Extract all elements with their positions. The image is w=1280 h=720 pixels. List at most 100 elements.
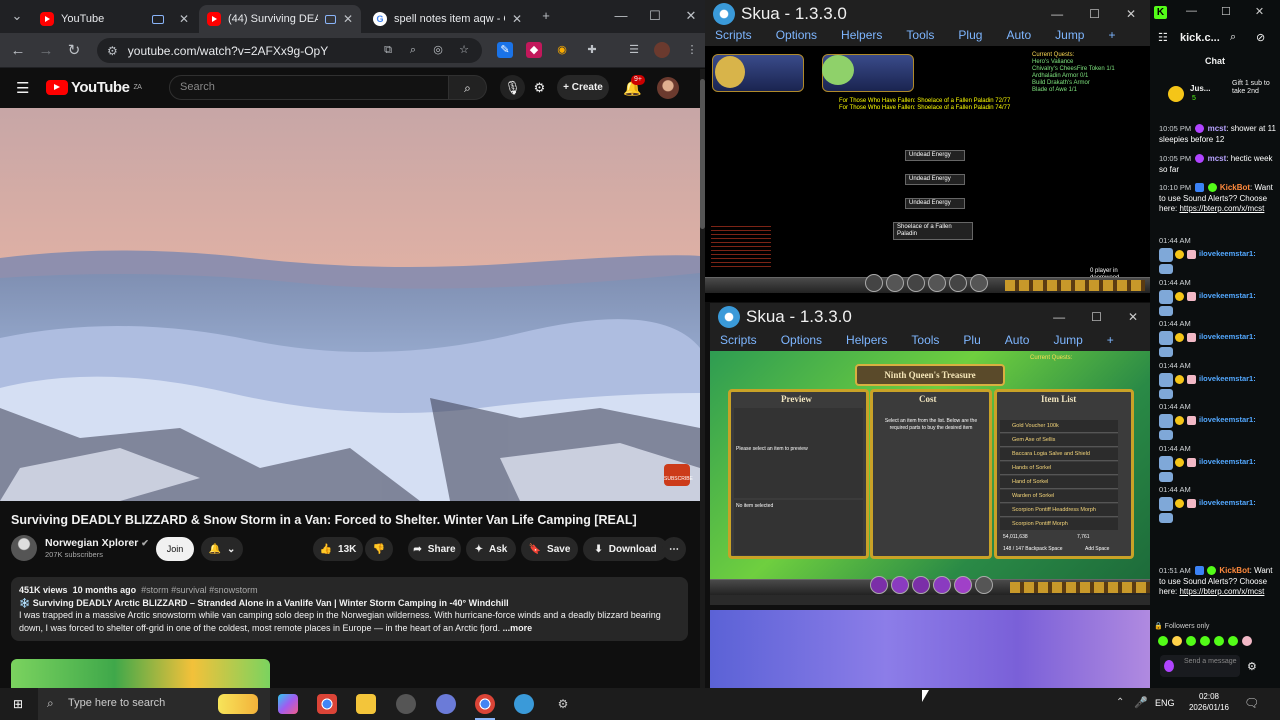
ask-button[interactable]: ✦ Ask	[466, 537, 516, 561]
channel-avatar[interactable]	[11, 535, 37, 561]
hamburger-menu-icon[interactable]: ☰	[16, 79, 29, 97]
message-user[interactable]: ilovekeemstar1:	[1199, 415, 1256, 424]
steam-icon[interactable]	[396, 694, 416, 714]
back-arrow-icon[interactable]: ←	[8, 41, 28, 61]
chrome-icon[interactable]	[317, 694, 337, 714]
shop-item[interactable]: Gem Axe of Sellis	[1000, 434, 1118, 447]
recommended-video-thumbnail[interactable]	[11, 659, 270, 688]
close-tab-icon[interactable]: ✕	[512, 12, 522, 26]
emote-icon[interactable]	[1186, 636, 1196, 646]
shop-item[interactable]: Hands of Sorkel	[1000, 462, 1118, 475]
more-actions-button[interactable]: ⋯	[662, 537, 686, 561]
notifications-button[interactable]: 🔔 ⌄	[201, 537, 243, 561]
close-tab-icon[interactable]: ✕	[179, 12, 189, 26]
extension-pink-icon[interactable]: ◆	[526, 42, 542, 58]
extension-blue-icon[interactable]: ✎	[497, 42, 513, 58]
game-view-shop[interactable]: Ninth Queen's Treasure Current Quests: P…	[710, 351, 1152, 579]
profile-avatar[interactable]	[654, 42, 670, 58]
drop-item[interactable]: Shoelace of a Fallen Paladin	[893, 222, 973, 240]
skill-slot-icon[interactable]	[928, 274, 946, 292]
shop-item[interactable]: Hand of Sorkel	[1000, 476, 1118, 489]
settings-gear-icon[interactable]: ⚙	[553, 694, 573, 714]
menu-icon-strip[interactable]	[1010, 582, 1150, 593]
search-icon[interactable]: ⌕	[1230, 31, 1236, 44]
message-user[interactable]: ilovekeemstar1:	[1199, 291, 1256, 300]
skill-slot-icon[interactable]	[975, 576, 993, 594]
subscribe-overlay-button[interactable]: SUBSCRIBE	[664, 464, 693, 486]
video-player[interactable]: SUBSCRIBE	[0, 108, 700, 501]
join-button[interactable]: Join	[156, 537, 194, 561]
menu-auto[interactable]: Auto	[1005, 333, 1030, 351]
more-link[interactable]: ...more	[503, 623, 533, 633]
hide-icon[interactable]: ◎	[430, 42, 446, 58]
description-box[interactable]: 451K views 10 months ago #storm #surviva…	[11, 577, 688, 641]
message-user[interactable]: ilovekeemstar1:	[1199, 249, 1256, 258]
skill-slot-icon[interactable]	[954, 576, 972, 594]
emote-icon[interactable]	[1214, 636, 1224, 646]
microphone-icon[interactable]: 🎙	[500, 75, 525, 100]
shop-item[interactable]: Scorpion Pontiff Headdress Morph	[1000, 504, 1118, 517]
message-user[interactable]: KickBot	[1220, 183, 1250, 192]
tray-chevron-icon[interactable]: ⌃	[1116, 697, 1124, 708]
tab-search-icon[interactable]: ⌄	[6, 6, 28, 26]
menu-add[interactable]: +	[1107, 333, 1114, 351]
notification-center-icon[interactable]: 🗨	[1244, 696, 1259, 710]
drop-item[interactable]: Undead Energy	[905, 174, 965, 185]
tab-youtube[interactable]: YouTube ✕	[32, 5, 197, 33]
chrome-menu-icon[interactable]: ⋮	[684, 42, 700, 58]
search-icon[interactable]: ⌕	[449, 75, 487, 100]
close-button[interactable]: ✕	[1128, 310, 1138, 324]
item-list[interactable]: Gold Voucher 100k Gem Axe of Sellis Bacc…	[1000, 420, 1124, 530]
microphone-tray-icon[interactable]: 🎤	[1134, 696, 1148, 709]
extensions-puzzle-icon[interactable]: ✚	[584, 42, 600, 58]
skill-slot-icon[interactable]	[865, 274, 883, 292]
skill-slot-icon[interactable]	[886, 274, 904, 292]
skill-slot-icon[interactable]	[870, 576, 888, 594]
menu-add[interactable]: +	[1108, 28, 1115, 46]
emote-icon[interactable]	[1200, 636, 1210, 646]
gear-icon[interactable]: ⚙	[527, 75, 552, 100]
message-user[interactable]: ilovekeemstar1:	[1199, 332, 1256, 341]
game-view-top[interactable]: Current Quests: Hero's Valiance Chivalry…	[707, 48, 1148, 281]
message-user[interactable]: mcst	[1208, 154, 1227, 163]
tab-active-video[interactable]: (44) Surviving DEADLY ✕	[199, 5, 361, 33]
account-avatar[interactable]	[657, 77, 679, 99]
close-tab-icon[interactable]: ✕	[343, 12, 353, 26]
search-input[interactable]: Search	[169, 75, 449, 100]
skill-slot-icon[interactable]	[912, 576, 930, 594]
hashtags[interactable]: #storm #survival #snowstorm	[141, 585, 258, 595]
install-app-icon[interactable]: ⧉	[380, 42, 396, 58]
reading-list-icon[interactable]: ☰	[626, 42, 642, 58]
menu-options[interactable]: Options	[781, 333, 822, 351]
skill-slot-icon[interactable]	[949, 274, 967, 292]
emote-icon[interactable]	[1158, 636, 1168, 646]
message-link[interactable]: https://bterp.com/x/mcst	[1179, 204, 1264, 213]
windows-start-icon[interactable]: ⊞	[8, 694, 28, 714]
skill-slot-icon[interactable]	[933, 576, 951, 594]
new-tab-button[interactable]: +	[535, 6, 557, 26]
tune-icon[interactable]: ☷	[1158, 31, 1168, 44]
message-user[interactable]: ilovekeemstar1:	[1199, 457, 1256, 466]
menu-auto[interactable]: Auto	[1006, 28, 1031, 46]
extension-yellow-icon[interactable]: ◉	[554, 42, 570, 58]
share-button[interactable]: ➦ Share	[408, 537, 461, 561]
file-explorer-icon[interactable]	[356, 694, 376, 714]
close-button[interactable]: ✕	[1126, 7, 1136, 21]
maximize-button[interactable]: ☐	[1221, 5, 1231, 18]
menu-plugins[interactable]: Plug	[958, 28, 982, 46]
youtube-logo[interactable]: YouTube ZA	[46, 79, 142, 96]
minimize-button[interactable]: —	[1051, 7, 1063, 21]
emote-icon[interactable]	[1242, 636, 1252, 646]
address-bar[interactable]: ⚙ youtube.com/watch?v=2AFXx9g-OpY	[97, 38, 482, 63]
shop-item[interactable]: Warden of Sorkel	[1000, 490, 1118, 503]
menu-tools[interactable]: Tools	[906, 28, 934, 46]
taskbar-search-box[interactable]: ⌕ Type here to search	[38, 688, 270, 720]
skill-slot-icon[interactable]	[907, 274, 925, 292]
forward-arrow-icon[interactable]: →	[36, 41, 56, 61]
drop-item[interactable]: Undead Energy	[905, 150, 965, 161]
shop-item[interactable]: Baccara Logia Salve and Shield	[1000, 448, 1118, 461]
menu-scripts[interactable]: Scripts	[715, 28, 752, 46]
maximize-button[interactable]: ☐	[644, 6, 666, 26]
drop-item[interactable]: Undead Energy	[905, 198, 965, 209]
menu-scripts[interactable]: Scripts	[720, 333, 757, 351]
